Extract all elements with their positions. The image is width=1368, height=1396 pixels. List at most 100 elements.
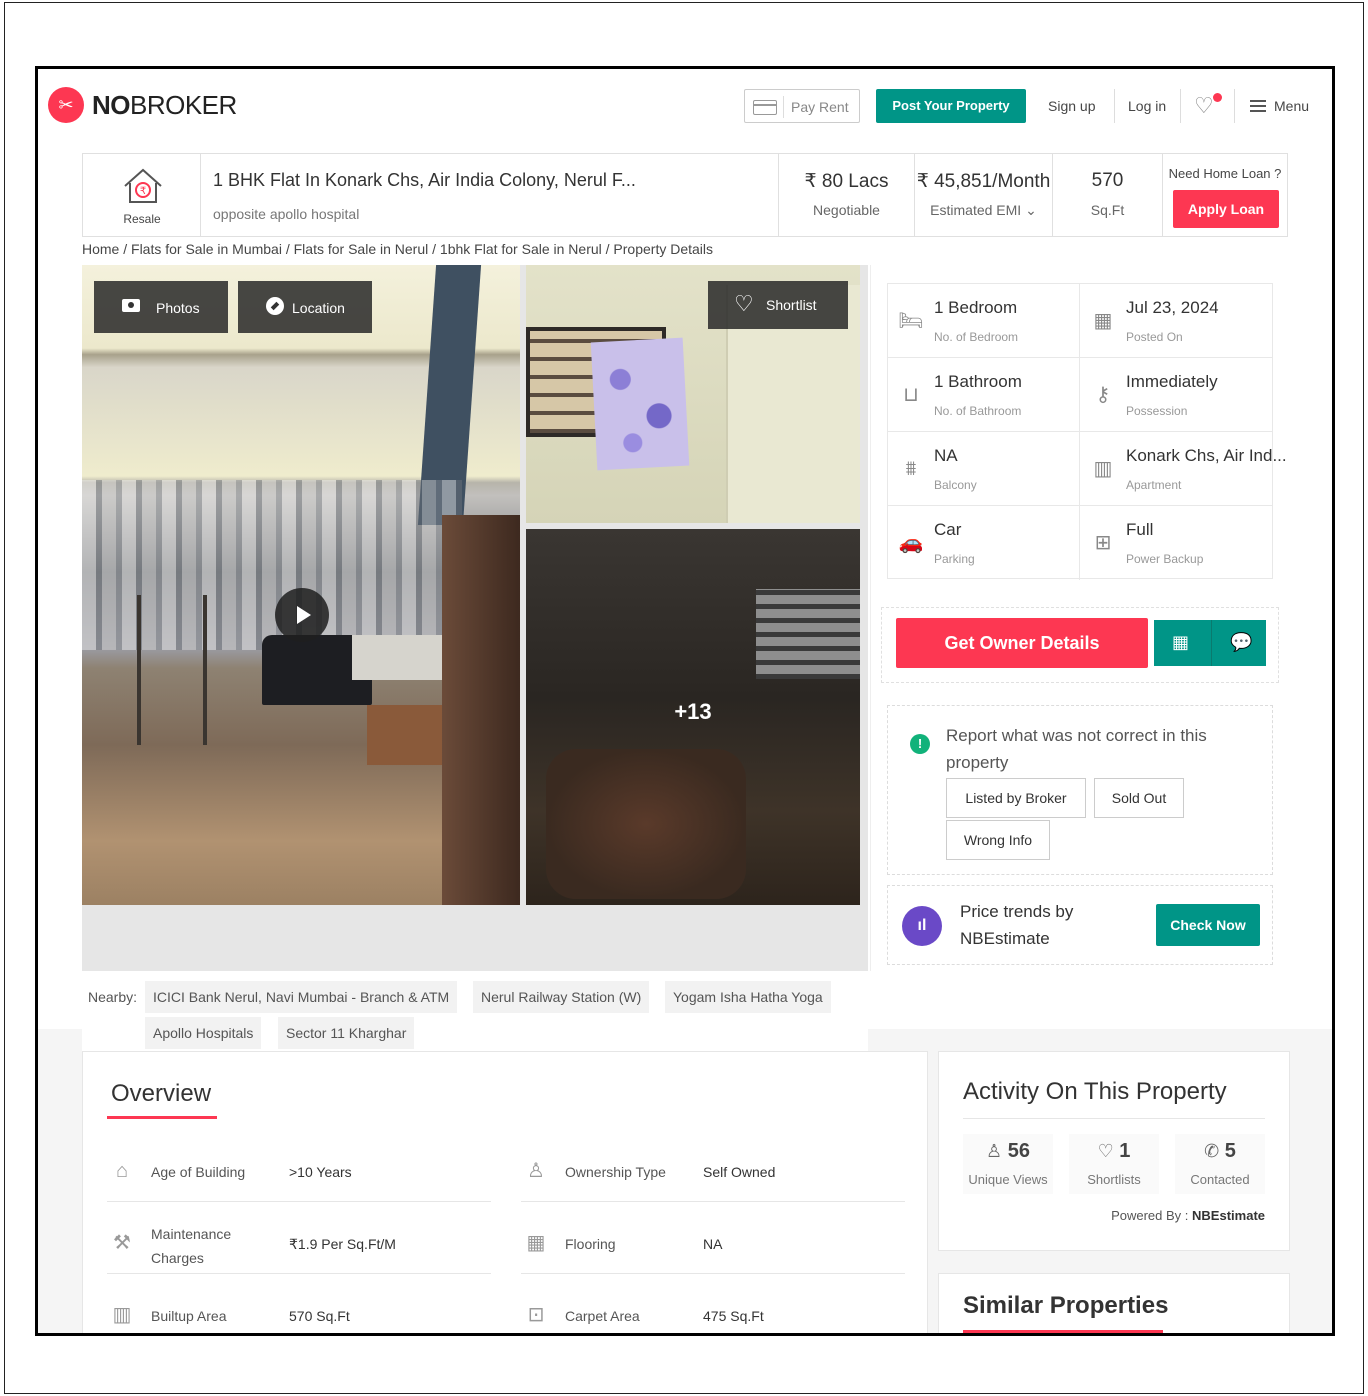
bathtub-icon: ⊔	[903, 384, 919, 406]
apply-loan-button[interactable]: Apply Loan	[1173, 190, 1279, 228]
spec-value: Konark Chs, Air Ind...	[1126, 446, 1287, 465]
divider	[1234, 89, 1235, 123]
cake-icon: ⌂	[115, 1160, 129, 1182]
main-video-thumbnail[interactable]	[82, 265, 520, 905]
desk	[352, 635, 462, 680]
overview-row: ▦ Flooring NA	[521, 1216, 905, 1274]
spec-value: Jul 23, 2024	[1126, 298, 1219, 317]
price-trend-section: ıl Price trends by NBEstimate Check Now	[887, 885, 1273, 965]
divider	[1114, 89, 1115, 123]
play-icon[interactable]	[275, 588, 329, 642]
page: ✂ NOBROKER Pay Rent Post Your Property S…	[35, 66, 1335, 1336]
overview-section: Overview ⌂ Age of Building >10 Years ♙ O…	[82, 1051, 928, 1333]
report-wrong-info[interactable]: Wrong Info	[946, 820, 1050, 860]
spec-label: Possession	[1126, 404, 1188, 418]
chevron-down-icon: ⌄	[1025, 202, 1037, 218]
similar-properties-section: Similar Properties	[938, 1273, 1290, 1333]
stat-value: 5	[1224, 1140, 1236, 1162]
price-trend-text: Price trends by NBEstimate	[960, 902, 1074, 948]
sign-up-link[interactable]: Sign up	[1048, 98, 1095, 114]
breadcrumb[interactable]: Home / Flats for Sale in Mumbai / Flats …	[82, 241, 713, 257]
overview-row: ▥ Builtup Area 570 Sq.Ft	[107, 1288, 491, 1333]
stat-label: Contacted	[1190, 1172, 1250, 1187]
activity-title: Activity On This Property	[963, 1078, 1227, 1105]
resale-label: Resale	[123, 212, 161, 226]
carpet-icon: ⊡	[527, 1304, 545, 1326]
emi-note[interactable]: Estimated EMI ⌄	[915, 202, 1052, 219]
emi-value: ₹ 45,851/Month	[916, 171, 1051, 192]
pay-rent-button[interactable]: Pay Rent	[744, 89, 860, 123]
thumbnail-image-bedroom[interactable]: +13	[526, 529, 860, 905]
overview-key: Carpet Area	[565, 1308, 640, 1324]
report-sold-out[interactable]: Sold Out	[1094, 778, 1184, 818]
calendar-icon: ▦	[1172, 632, 1190, 652]
post-property-button[interactable]: Post Your Property	[876, 89, 1026, 123]
notification-dot	[1213, 93, 1222, 102]
spec-label: Posted On	[1126, 330, 1183, 344]
pay-rent-label: Pay Rent	[791, 99, 849, 115]
area-cell: 570 Sq.Ft	[1053, 154, 1163, 236]
menu-label[interactable]: Menu	[1274, 98, 1309, 114]
top-header: ✂ NOBROKER Pay Rent Post Your Property S…	[38, 69, 1332, 143]
nearby-chip[interactable]: Apollo Hospitals	[145, 1017, 262, 1049]
user-icon: ♙	[986, 1141, 1003, 1161]
shortlist-button[interactable]: ♡ Shortlist	[708, 281, 848, 329]
report-prompt: Report what was not correct in this prop…	[946, 726, 1207, 772]
hamburger-menu-icon[interactable]	[1250, 100, 1266, 112]
building-area-icon: ▥	[112, 1304, 132, 1326]
shortlist-label: Shortlist	[766, 297, 817, 313]
spec-posted-on: ▦ Jul 23, 2024 Posted On	[1080, 284, 1272, 358]
get-owner-details-button[interactable]: Get Owner Details	[896, 618, 1148, 668]
home-loan-question: Need Home Loan ?	[1168, 166, 1282, 181]
car-icon: 🚗	[898, 532, 924, 554]
more-photos-count[interactable]: +13	[526, 699, 860, 725]
overview-row: ⌂ Age of Building >10 Years	[107, 1144, 491, 1202]
emi-cell[interactable]: ₹ 45,851/Month Estimated EMI ⌄	[915, 154, 1053, 236]
calendar-icon: ▦	[1093, 310, 1113, 332]
compass-icon	[266, 297, 284, 315]
thumbnail-image-window[interactable]: ♡ Shortlist	[526, 265, 860, 523]
nearby-chip[interactable]: Yogam Isha Hatha Yoga	[665, 981, 831, 1013]
nearby-chip[interactable]: ICICI Bank Nerul, Navi Mumbai - Branch &…	[145, 981, 458, 1013]
spec-label: Parking	[934, 552, 975, 566]
spec-label: Power Backup	[1126, 552, 1204, 566]
schedule-visit-button[interactable]: ▦	[1154, 620, 1212, 666]
overview-underline	[107, 1116, 217, 1119]
spec-value: Immediately	[1126, 372, 1218, 391]
location-button[interactable]: Location	[238, 281, 372, 333]
similar-underline	[963, 1330, 1163, 1333]
price-value: ₹ 80 Lacs	[804, 171, 889, 192]
nobroker-logo-icon[interactable]: ✂	[48, 87, 84, 123]
title-cell: 1 BHK Flat In Konark Chs, Air India Colo…	[201, 154, 779, 236]
nearby-places: Nearby: ICICI Bank Nerul, Navi Mumbai - …	[82, 977, 868, 1057]
overview-key: Age of Building	[151, 1164, 246, 1180]
camera-icon	[122, 299, 140, 312]
overview-value: NA	[703, 1236, 723, 1252]
nearby-chip[interactable]: Sector 11 Kharghar	[278, 1017, 415, 1049]
divider	[1180, 89, 1181, 123]
spec-balcony: ⩩ NA Balcony	[888, 432, 1080, 506]
check-now-button[interactable]: Check Now	[1156, 904, 1260, 946]
photos-button[interactable]: Photos	[94, 281, 228, 333]
logo-text[interactable]: NOBROKER	[92, 90, 237, 121]
chair	[137, 595, 207, 745]
curtain	[590, 337, 690, 471]
nearby-chip[interactable]: Nerul Railway Station (W)	[473, 981, 650, 1013]
property-landmark: opposite apollo hospital	[213, 206, 360, 222]
log-in-link[interactable]: Log in	[1128, 98, 1166, 114]
battery-icon: ⊞	[1094, 532, 1112, 554]
stat-value: 1	[1119, 1140, 1131, 1162]
property-summary-bar: ₹ Resale 1 BHK Flat In Konark Chs, Air I…	[82, 153, 1288, 237]
price-cell: ₹ 80 Lacs Negotiable	[779, 154, 915, 236]
stat-value: 56	[1007, 1140, 1030, 1162]
report-section: ! Report what was not correct in this pr…	[887, 705, 1273, 875]
similar-properties-title: Similar Properties	[963, 1292, 1169, 1319]
nearby-label: Nearby:	[88, 989, 138, 1005]
balcony-icon: ⩩	[905, 458, 917, 480]
spec-apartment: ▥ Konark Chs, Air Ind... Apartment	[1080, 432, 1287, 506]
chat-button[interactable]: 💬	[1212, 620, 1266, 666]
tiles-icon: ▦	[526, 1232, 546, 1254]
spec-label: Apartment	[1126, 478, 1182, 492]
report-listed-by-broker[interactable]: Listed by Broker	[946, 778, 1086, 818]
spec-value: Full	[1126, 520, 1154, 539]
